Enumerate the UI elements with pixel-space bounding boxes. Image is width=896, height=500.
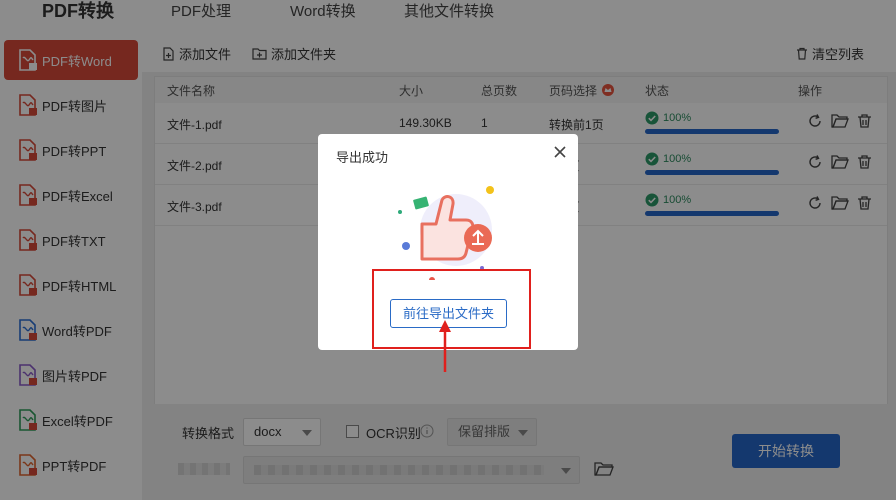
close-icon[interactable] bbox=[552, 144, 568, 160]
dialog-title: 导出成功 bbox=[336, 150, 389, 165]
thumbs-up-illustration-icon bbox=[398, 186, 494, 280]
up-arrow-icon bbox=[439, 320, 451, 372]
